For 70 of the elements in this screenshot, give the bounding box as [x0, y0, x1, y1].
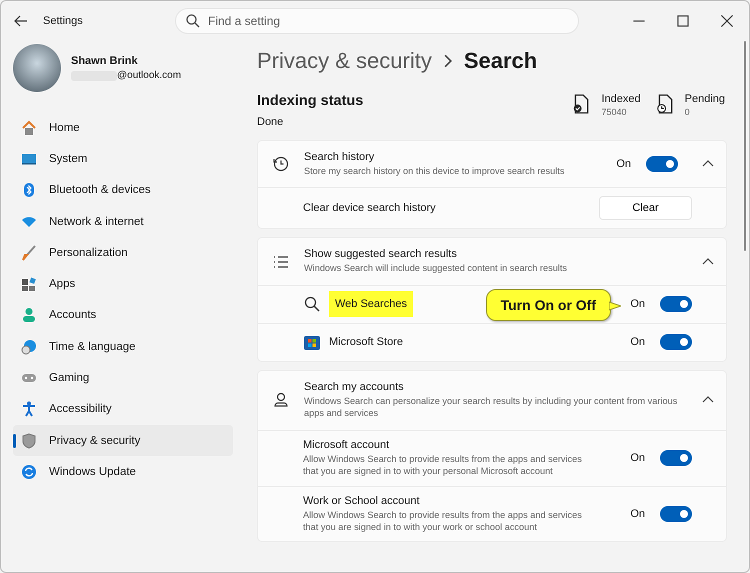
sidebar-item[interactable]: Home [13, 112, 233, 144]
account-email: @outlook.com [117, 70, 182, 81]
setting-description: Windows Search can personalize your search results by including your content from various apps and services [304, 394, 678, 420]
scrollbar[interactable] [744, 41, 746, 251]
setting-description: Windows Search will include suggested content in search results [304, 262, 568, 275]
sidebar-item[interactable]: Accounts [13, 300, 233, 332]
toggle-switch[interactable] [646, 156, 678, 172]
sidebar-item[interactable]: Personalization [13, 237, 233, 268]
toggle-switch[interactable] [660, 506, 692, 522]
sidebar-item[interactable]: Windows Update [13, 456, 233, 488]
document-clock-icon [654, 93, 675, 115]
shield-icon [21, 432, 37, 449]
back-arrow-icon[interactable] [13, 13, 29, 29]
brush-icon [21, 244, 37, 261]
search-field[interactable]: Find a setting [175, 8, 579, 34]
setting-title: Search history [304, 151, 376, 163]
page-title: Search [464, 48, 538, 74]
sidebar-item[interactable]: Privacy & security [13, 424, 233, 456]
setting-label: Web Searches [329, 291, 413, 318]
stat-label: Pending [684, 93, 725, 105]
sidebar-item[interactable]: Time & language [13, 331, 233, 362]
setting-title: Search my accounts [304, 380, 405, 393]
stat-value: 0 [684, 107, 691, 117]
person-icon [272, 391, 290, 410]
setting-label: Work or School account [303, 494, 420, 507]
search-icon [185, 13, 201, 29]
toggle-switch[interactable] [660, 450, 692, 466]
toggle-state-label: On [630, 452, 645, 464]
clock-globe-icon [21, 338, 37, 355]
store-bag-icon [303, 333, 321, 352]
avatar-placeholder [13, 44, 61, 92]
history-icon [272, 155, 290, 174]
section-heading: Indexing status [257, 93, 364, 109]
setting-label: Clear device search history [303, 202, 436, 214]
account-name: Shawn Brink [71, 55, 139, 67]
toggle-switch[interactable] [660, 334, 692, 350]
sidebar-item[interactable]: Network & internet [13, 206, 233, 238]
toggle-state-label: On [630, 336, 645, 348]
sidebar-item[interactable]: Gaming [13, 362, 233, 394]
chevron-right-icon [444, 54, 452, 68]
toggle-switch[interactable] [660, 296, 692, 312]
breadcrumb-link[interactable]: Privacy & security [257, 48, 432, 74]
bluetooth-icon [21, 182, 37, 198]
status-text: Done [257, 116, 284, 128]
close-icon[interactable] [718, 12, 736, 30]
toggle-state-label: On [630, 508, 645, 520]
update-icon [21, 464, 37, 480]
sidebar-item[interactable]: System [13, 143, 233, 175]
person-icon [21, 307, 37, 324]
sidebar-item[interactable]: Bluetooth & devices [13, 174, 233, 206]
setting-description: Store my search history on this device to improve search results [304, 165, 566, 178]
sidebar-item[interactable]: Accessibility [13, 394, 233, 425]
toggle-state-label: On [616, 158, 631, 170]
stat-value: 75040 [601, 107, 628, 117]
document-check-icon [571, 93, 592, 115]
setting-label: Microsoft Store [329, 336, 403, 348]
sidebar-item[interactable]: Apps [13, 268, 233, 300]
setting-label: Microsoft account [303, 438, 390, 451]
stat-label: Indexed [601, 93, 641, 105]
setting-description: Allow Windows Search to provide results from the apps and services that you are signed in to with your personal Microsoft account [303, 452, 583, 478]
apps-icon [21, 276, 37, 292]
house-icon [21, 120, 37, 136]
setting-title: Show suggested search results [304, 248, 458, 260]
window-title: Settings [43, 15, 84, 27]
callout-pointer [609, 300, 621, 312]
setting-description: Allow Windows Search to provide results from the apps and services that you are signed in to with your work or school account [303, 508, 583, 534]
toggle-state-label: On [630, 298, 645, 310]
clear-button[interactable]: Clear [599, 196, 692, 220]
search-icon [303, 295, 321, 314]
accessibility-icon [21, 401, 37, 418]
